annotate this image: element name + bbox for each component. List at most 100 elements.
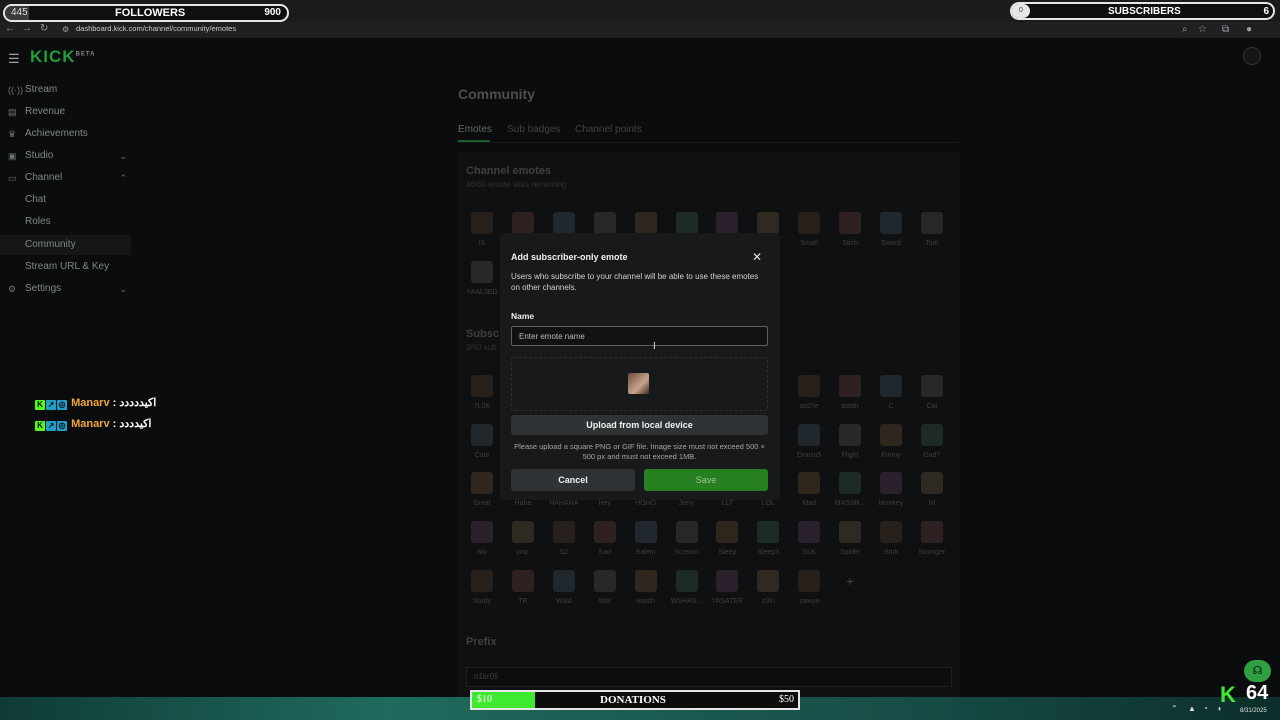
kick-k-icon: K bbox=[1220, 682, 1236, 707]
kick-logo[interactable]: KICKBETA bbox=[30, 47, 95, 67]
emote-image[interactable] bbox=[471, 424, 493, 446]
sidebar-item-roles[interactable]: Roles bbox=[0, 212, 131, 232]
sidebar-item-settings[interactable]: ⚙ Settings ⌄ bbox=[0, 279, 131, 299]
emote-image[interactable] bbox=[920, 521, 943, 543]
emote-image[interactable] bbox=[798, 521, 821, 543]
emote-image[interactable] bbox=[757, 212, 780, 234]
emote-image[interactable] bbox=[880, 472, 902, 494]
sidebar-item-community[interactable]: Community bbox=[0, 235, 131, 255]
user-avatar[interactable] bbox=[1243, 47, 1261, 65]
upload-button[interactable]: Upload from local device bbox=[511, 415, 768, 435]
emote-label: No bbox=[477, 549, 487, 556]
emote-name-input[interactable] bbox=[511, 326, 768, 346]
back-icon[interactable]: ← bbox=[5, 23, 15, 34]
emote-image[interactable] bbox=[839, 521, 862, 543]
tab-emotes[interactable]: Emotes bbox=[458, 124, 492, 135]
emote-image[interactable] bbox=[675, 570, 698, 592]
sidebar-item-chat[interactable]: Chat bbox=[0, 190, 131, 210]
subscriber-emotes-title: Subsc bbox=[466, 328, 500, 340]
sidebar-item-achievements[interactable]: ♛ Achievements bbox=[0, 124, 131, 144]
save-button[interactable]: Save bbox=[644, 469, 768, 491]
emote-image[interactable] bbox=[798, 472, 821, 494]
kick-badge-icon: K bbox=[35, 421, 45, 431]
emote-image[interactable] bbox=[716, 570, 739, 592]
emote-image[interactable] bbox=[471, 472, 493, 494]
emote-image[interactable] bbox=[471, 570, 493, 592]
close-icon[interactable]: ✕ bbox=[752, 250, 762, 264]
emote-image[interactable] bbox=[880, 375, 902, 397]
emote-label: Hey bbox=[598, 500, 611, 507]
sidebar-item-channel[interactable]: ▭ Channel ⌃ bbox=[0, 168, 131, 188]
emote-image[interactable] bbox=[471, 521, 493, 543]
emote-image[interactable] bbox=[920, 212, 943, 234]
emote-image[interactable] bbox=[552, 212, 575, 234]
tab-sub-badges[interactable]: Sub badges bbox=[507, 124, 560, 135]
emote-image[interactable] bbox=[593, 212, 616, 234]
add-emote-button[interactable]: + bbox=[839, 570, 861, 592]
forward-icon[interactable]: → bbox=[22, 23, 32, 34]
tab-channel-points[interactable]: Channel points bbox=[575, 124, 642, 135]
sidebar-item-studio[interactable]: ▣ Studio ⌄ bbox=[0, 146, 131, 166]
emote-image[interactable] bbox=[593, 570, 616, 592]
emote-image[interactable] bbox=[471, 212, 493, 234]
emote-image[interactable] bbox=[839, 375, 862, 397]
emote-label: Sleep bbox=[718, 549, 737, 556]
sidebar-item-label: Roles bbox=[25, 216, 51, 227]
emote-image[interactable] bbox=[471, 375, 493, 397]
chevron-up-icon[interactable]: ⌃ bbox=[119, 168, 127, 188]
emote-image[interactable] bbox=[920, 375, 943, 397]
emote-image[interactable] bbox=[839, 424, 862, 446]
emote-image[interactable] bbox=[675, 521, 698, 543]
profile-icon[interactable]: ● bbox=[1246, 24, 1252, 35]
emote-image[interactable] bbox=[675, 212, 698, 234]
emote-image[interactable] bbox=[552, 521, 575, 543]
url-field[interactable]: dashboard.kick.com/channel/community/emo… bbox=[76, 24, 236, 33]
chevron-down-icon[interactable]: ⌄ bbox=[119, 279, 127, 299]
prefix-input[interactable]: n1kr05 bbox=[466, 667, 952, 687]
emote-image[interactable] bbox=[798, 212, 821, 234]
name-label: Name bbox=[511, 311, 535, 321]
emote-image[interactable] bbox=[798, 424, 821, 446]
chevron-down-icon[interactable]: ⌄ bbox=[119, 146, 127, 166]
emote-image[interactable] bbox=[634, 570, 657, 592]
emote-image[interactable] bbox=[757, 521, 780, 543]
cancel-button[interactable]: Cancel bbox=[511, 469, 635, 491]
emote-image[interactable] bbox=[511, 212, 534, 234]
emote-image[interactable] bbox=[716, 212, 739, 234]
emote-image[interactable] bbox=[839, 212, 862, 234]
emote-label: IS bbox=[478, 240, 486, 247]
zoom-icon[interactable]: ⌕ bbox=[1182, 24, 1188, 35]
emote-label: HOHO bbox=[635, 500, 657, 507]
emote-image[interactable] bbox=[798, 375, 821, 397]
emote-image[interactable] bbox=[511, 521, 534, 543]
emote-label: Monkey bbox=[878, 500, 904, 507]
emote-image[interactable] bbox=[757, 570, 780, 592]
sidebar-item-revenue[interactable]: ▤ Revenue bbox=[0, 102, 131, 122]
emote-image[interactable] bbox=[634, 521, 657, 543]
tray-chevron-icon[interactable]: ⌃ bbox=[1171, 704, 1178, 713]
sidebar-item-stream[interactable]: ((·)) Stream bbox=[0, 80, 131, 100]
emote-image[interactable] bbox=[634, 212, 657, 234]
emote-image[interactable] bbox=[880, 212, 902, 234]
emote-image[interactable] bbox=[880, 424, 902, 446]
reload-icon[interactable]: ↻ bbox=[40, 23, 48, 34]
emote-image[interactable] bbox=[716, 521, 739, 543]
emote-image[interactable] bbox=[839, 472, 862, 494]
site-info-icon[interactable]: ⚙ bbox=[62, 25, 69, 34]
bookmark-star-icon[interactable]: ☆ bbox=[1198, 24, 1207, 35]
emote-image[interactable] bbox=[920, 472, 943, 494]
extensions-icon[interactable]: ⧉ bbox=[1222, 24, 1229, 35]
emote-image[interactable] bbox=[798, 570, 821, 592]
emote-image[interactable] bbox=[511, 570, 534, 592]
tabs-divider bbox=[458, 142, 958, 143]
headset-support-icon[interactable]: ☊ bbox=[1244, 660, 1271, 682]
wifi-icon[interactable]: ◔ bbox=[1203, 704, 1208, 713]
emote-image[interactable] bbox=[920, 424, 943, 446]
emote-image[interactable] bbox=[471, 261, 493, 283]
emote-image[interactable] bbox=[552, 570, 575, 592]
emote-image[interactable] bbox=[880, 521, 902, 543]
hamburger-menu-icon[interactable]: ☰ bbox=[8, 51, 20, 67]
sidebar-item-stream-url-key[interactable]: Stream URL & Key bbox=[0, 257, 131, 277]
tray-app-icon[interactable]: ▲ bbox=[1188, 704, 1196, 713]
emote-image[interactable] bbox=[593, 521, 616, 543]
